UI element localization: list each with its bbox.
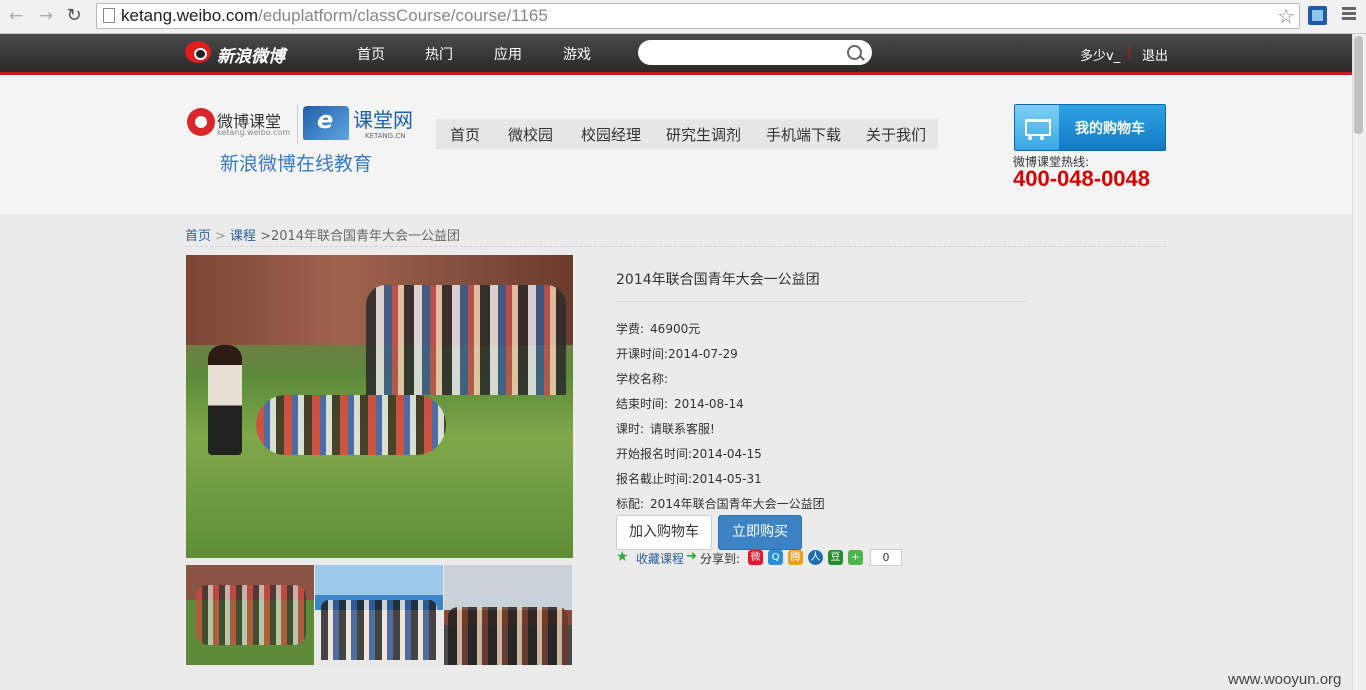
buy-now-button[interactable]: 立即购买 bbox=[718, 515, 802, 550]
info-class-hours: 课时: 请联系客服! bbox=[616, 422, 715, 436]
ketang-logo-icon bbox=[187, 108, 215, 136]
shopping-cart-icon bbox=[1015, 105, 1059, 150]
watermark: www.wooyun.org bbox=[1228, 671, 1342, 688]
course-thumbnail-2[interactable] bbox=[315, 565, 443, 665]
info-tuition: 学费: 46900元 bbox=[616, 322, 701, 336]
extension-icon[interactable] bbox=[1308, 6, 1327, 25]
douban-icon[interactable]: 豆 bbox=[828, 550, 843, 565]
weibo-nav-games[interactable]: 游戏 bbox=[563, 44, 591, 64]
breadcrumb-course[interactable]: 课程 bbox=[230, 229, 256, 244]
info-school-name: 学校名称: bbox=[616, 372, 669, 386]
sina-weibo-icon[interactable]: 微 bbox=[748, 550, 763, 565]
bookmark-star-icon[interactable]: ☆ bbox=[1277, 4, 1295, 28]
course-thumbnail-3[interactable] bbox=[444, 565, 572, 665]
more-share-icon[interactable]: + bbox=[848, 550, 863, 565]
scrollbar-thumb[interactable] bbox=[1354, 36, 1363, 134]
share-count: 0 bbox=[870, 549, 902, 566]
share-icon: ➜ bbox=[686, 549, 697, 564]
breadcrumb-current: >2014年联合国青年大会一公益团 bbox=[260, 229, 461, 244]
my-cart-button[interactable]: 我的购物车 bbox=[1014, 104, 1166, 151]
search-icon[interactable] bbox=[847, 45, 862, 60]
nav-graduate-adjustment[interactable]: 研究生调剂 bbox=[666, 124, 741, 145]
browser-menu-icon[interactable] bbox=[1342, 7, 1356, 23]
nav-mobile-download[interactable]: 手机端下载 bbox=[766, 124, 841, 145]
favorite-course-link[interactable]: 收藏课程 bbox=[636, 550, 684, 567]
reload-icon[interactable]: ↻ bbox=[64, 6, 84, 26]
breadcrumb: 首页 > 课程 >2014年联合国青年大会一公益团 bbox=[185, 225, 460, 244]
weibo-eye-icon bbox=[185, 41, 211, 63]
nav-home[interactable]: 首页 bbox=[450, 124, 480, 145]
qzone-icon[interactable]: Q bbox=[768, 550, 783, 565]
logout-link[interactable]: 退出 bbox=[1142, 45, 1168, 64]
title-divider bbox=[616, 301, 1026, 302]
weibo-nav-home[interactable]: 首页 bbox=[357, 44, 385, 64]
nav-campus-manager[interactable]: 校园经理 bbox=[581, 124, 641, 145]
weibo-nav-hot[interactable]: 热门 bbox=[425, 44, 453, 64]
weibo-search-input[interactable] bbox=[638, 40, 872, 65]
course-main-photo bbox=[186, 255, 573, 558]
add-to-cart-button[interactable]: 加入购物车 bbox=[616, 515, 712, 550]
breadcrumb-home[interactable]: 首页 bbox=[185, 229, 211, 244]
back-arrow-icon[interactable]: ← bbox=[6, 6, 26, 26]
info-enroll-start: 开始报名时间:2014-04-15 bbox=[616, 447, 762, 461]
url-text: ketang.weibo.com/eduplatform/classCourse… bbox=[121, 6, 548, 25]
info-end-date: 结束时间: 2014-08-14 bbox=[616, 397, 744, 411]
user-name-link[interactable]: 多少v_ bbox=[1080, 45, 1120, 64]
address-bar[interactable]: ketang.weibo.com/eduplatform/classCourse… bbox=[96, 3, 1300, 29]
forward-arrow-icon[interactable]: → bbox=[36, 6, 56, 26]
logo-divider bbox=[297, 104, 298, 144]
info-enroll-deadline: 报名截止时间:2014-05-31 bbox=[616, 472, 762, 486]
info-start-date: 开课时间:2014-07-29 bbox=[616, 347, 738, 361]
course-title: 2014年联合国青年大会一公益团 bbox=[616, 272, 820, 288]
nav-about-us[interactable]: 关于我们 bbox=[866, 124, 926, 145]
course-thumbnail-1[interactable] bbox=[186, 565, 314, 665]
breadcrumb-divider bbox=[185, 246, 1166, 247]
page-icon bbox=[103, 8, 115, 23]
site-slogan: 新浪微博在线教育 bbox=[220, 153, 373, 175]
hotline-number: 400-048-0048 bbox=[1013, 166, 1151, 191]
tencent-weibo-icon[interactable]: 腾 bbox=[788, 550, 803, 565]
nav-micro-campus[interactable]: 微校园 bbox=[508, 124, 553, 145]
favorite-star-icon[interactable]: ★ bbox=[616, 549, 629, 565]
breadcrumb-separator: > bbox=[215, 229, 226, 244]
renren-icon[interactable]: 人 bbox=[808, 550, 823, 565]
share-label: 分享到: bbox=[700, 552, 741, 566]
user-separator: | bbox=[1127, 45, 1132, 60]
book-e-icon bbox=[303, 106, 349, 140]
info-package: 标配: 2014年联合国青年大会一公益团 bbox=[616, 497, 825, 511]
weibo-nav-apps[interactable]: 应用 bbox=[494, 44, 522, 64]
